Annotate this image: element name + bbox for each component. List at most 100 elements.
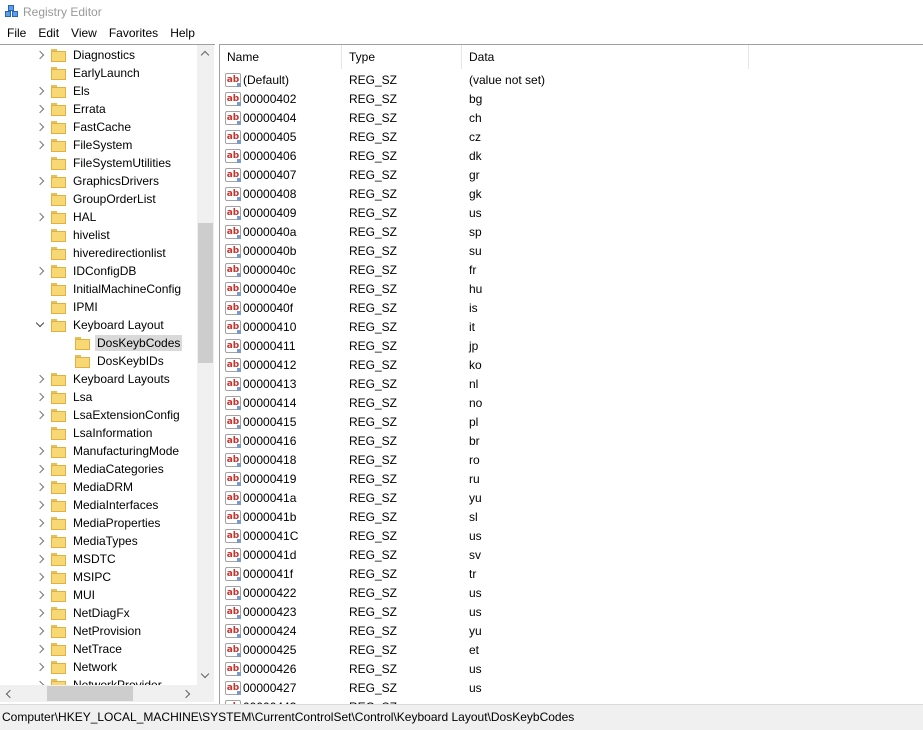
expand-chevron-icon[interactable] [36, 663, 45, 672]
tree-item[interactable]: Keyboard Layout [36, 316, 166, 334]
expand-chevron-icon[interactable] [36, 537, 45, 546]
value-row[interactable]: ab 00000423 REG_SZ us [220, 602, 923, 621]
tree-item[interactable]: Lsa [36, 388, 94, 406]
value-row[interactable]: ab 0000040e REG_SZ hu [220, 279, 923, 298]
value-row[interactable]: ab 00000416 REG_SZ br [220, 431, 923, 450]
tree-item[interactable]: Els [36, 82, 92, 100]
value-row[interactable]: ab 00000404 REG_SZ ch [220, 108, 923, 127]
column-header-data[interactable]: Data [462, 45, 749, 69]
tree-item[interactable]: NetDiagFx [36, 604, 132, 622]
value-row[interactable]: ab 0000041C REG_SZ us [220, 526, 923, 545]
value-row[interactable]: ab 00000411 REG_SZ jp [220, 336, 923, 355]
expand-chevron-icon[interactable] [36, 555, 45, 564]
tree-item[interactable]: LsaInformation [36, 424, 154, 442]
menu-view[interactable]: View [66, 23, 102, 43]
tree-item[interactable]: FileSystemUtilities [36, 154, 173, 172]
tree-item[interactable]: MSIPC [36, 568, 113, 586]
expand-chevron-icon[interactable] [36, 573, 45, 582]
expand-chevron-icon[interactable] [36, 87, 45, 96]
expand-chevron-icon[interactable] [36, 645, 45, 654]
expand-chevron-icon[interactable] [36, 591, 45, 600]
tree-item[interactable]: LsaExtensionConfig [36, 406, 182, 424]
value-row[interactable]: ab 00000414 REG_SZ no [220, 393, 923, 412]
tree-item[interactable]: MediaDRM [36, 478, 135, 496]
value-row[interactable]: ab 00000422 REG_SZ us [220, 583, 923, 602]
value-row[interactable]: ab 0000040f REG_SZ is [220, 298, 923, 317]
scroll-right-arrow-icon[interactable] [180, 685, 197, 702]
tree-item[interactable]: MediaCategories [36, 460, 166, 478]
expand-chevron-icon[interactable] [36, 519, 45, 528]
tree-item[interactable]: DosKeybCodes [60, 334, 183, 352]
tree-item[interactable]: IDConfigDB [36, 262, 138, 280]
tree-item[interactable]: MediaTypes [36, 532, 140, 550]
expand-chevron-icon[interactable] [36, 501, 45, 510]
value-row[interactable]: ab 00000409 REG_SZ us [220, 203, 923, 222]
tree-item[interactable]: InitialMachineConfig [36, 280, 183, 298]
tree-item[interactable]: EarlyLaunch [36, 64, 142, 82]
value-row[interactable]: ab 0000041b REG_SZ sl [220, 507, 923, 526]
value-row[interactable]: ab 00000427 REG_SZ us [220, 678, 923, 697]
tree-item[interactable]: hivelist [36, 226, 112, 244]
values-list[interactable]: Name Type Data ab (Default) REG_SZ (value n… [219, 44, 923, 704]
tree-item[interactable]: NetTrace [36, 640, 124, 658]
value-row[interactable]: ab 00000413 REG_SZ nl [220, 374, 923, 393]
value-row[interactable]: ab 0000041d REG_SZ sv [220, 545, 923, 564]
value-row[interactable]: ab 00000415 REG_SZ pl [220, 412, 923, 431]
column-header-name[interactable]: Name [220, 45, 342, 69]
tree-horizontal-scroll-thumb[interactable] [47, 686, 133, 701]
value-row[interactable]: ab 00000426 REG_SZ us [220, 659, 923, 678]
tree-item[interactable]: ManufacturingMode [36, 442, 181, 460]
menu-edit[interactable]: Edit [33, 23, 64, 43]
expand-chevron-icon[interactable] [36, 177, 45, 186]
value-row[interactable]: ab 00000425 REG_SZ et [220, 640, 923, 659]
tree-item[interactable]: FileSystem [36, 136, 134, 154]
expand-chevron-icon[interactable] [36, 51, 45, 60]
tree-item[interactable]: MediaProperties [36, 514, 162, 532]
expand-chevron-icon[interactable] [36, 447, 45, 456]
expand-chevron-icon[interactable] [36, 393, 45, 402]
tree-item[interactable]: Diagnostics [36, 46, 137, 64]
value-row[interactable]: ab 0000040a REG_SZ sp [220, 222, 923, 241]
expand-chevron-icon[interactable] [36, 411, 45, 420]
tree-item[interactable]: MUI [36, 586, 97, 604]
value-row[interactable]: ab 00000405 REG_SZ cz [220, 127, 923, 146]
expand-chevron-icon[interactable] [36, 609, 45, 618]
value-row[interactable]: ab 00000407 REG_SZ gr [220, 165, 923, 184]
tree-item[interactable]: NetProvision [36, 622, 143, 640]
column-header-type[interactable]: Type [342, 45, 462, 69]
menu-file[interactable]: File [2, 23, 31, 43]
value-row[interactable]: ab 0000040c REG_SZ fr [220, 260, 923, 279]
key-tree[interactable]: Diagnostics EarlyLaunch Els Errata FastCache… [0, 44, 215, 704]
expand-chevron-icon[interactable] [36, 105, 45, 114]
value-row[interactable]: ab 00000408 REG_SZ gk [220, 184, 923, 203]
tree-item[interactable]: GraphicsDrivers [36, 172, 161, 190]
expand-chevron-icon[interactable] [36, 627, 45, 636]
expand-chevron-icon[interactable] [36, 267, 45, 276]
value-row[interactable]: ab 0000041a REG_SZ yu [220, 488, 923, 507]
value-row[interactable]: ab 0000040b REG_SZ su [220, 241, 923, 260]
tree-item[interactable]: Errata [36, 100, 108, 118]
scroll-left-arrow-icon[interactable] [0, 685, 17, 702]
tree-item[interactable]: Keyboard Layouts [36, 370, 172, 388]
value-row[interactable]: ab00000443REG_SZus [220, 697, 923, 704]
tree-item[interactable]: Network [36, 658, 119, 676]
expand-chevron-icon[interactable] [36, 213, 45, 222]
value-row[interactable]: ab 00000402 REG_SZ bg [220, 89, 923, 108]
value-row[interactable]: ab 00000412 REG_SZ ko [220, 355, 923, 374]
value-row[interactable]: ab 0000041f REG_SZ tr [220, 564, 923, 583]
tree-horizontal-scrollbar[interactable] [0, 685, 197, 702]
tree-item[interactable]: HAL [36, 208, 98, 226]
expand-chevron-icon[interactable] [36, 123, 45, 132]
menu-help[interactable]: Help [165, 23, 200, 43]
tree-item[interactable]: GroupOrderList [36, 190, 158, 208]
tree-item[interactable]: DosKeybIDs [60, 352, 166, 370]
value-row[interactable]: ab 00000410 REG_SZ it [220, 317, 923, 336]
value-row[interactable]: ab 00000419 REG_SZ ru [220, 469, 923, 488]
expand-chevron-icon[interactable] [36, 465, 45, 474]
value-row[interactable]: ab 00000406 REG_SZ dk [220, 146, 923, 165]
collapse-chevron-icon[interactable] [36, 321, 45, 330]
tree-item[interactable]: IPMI [36, 298, 100, 316]
tree-item[interactable]: MediaInterfaces [36, 496, 160, 514]
expand-chevron-icon[interactable] [36, 375, 45, 384]
tree-item[interactable]: FastCache [36, 118, 133, 136]
